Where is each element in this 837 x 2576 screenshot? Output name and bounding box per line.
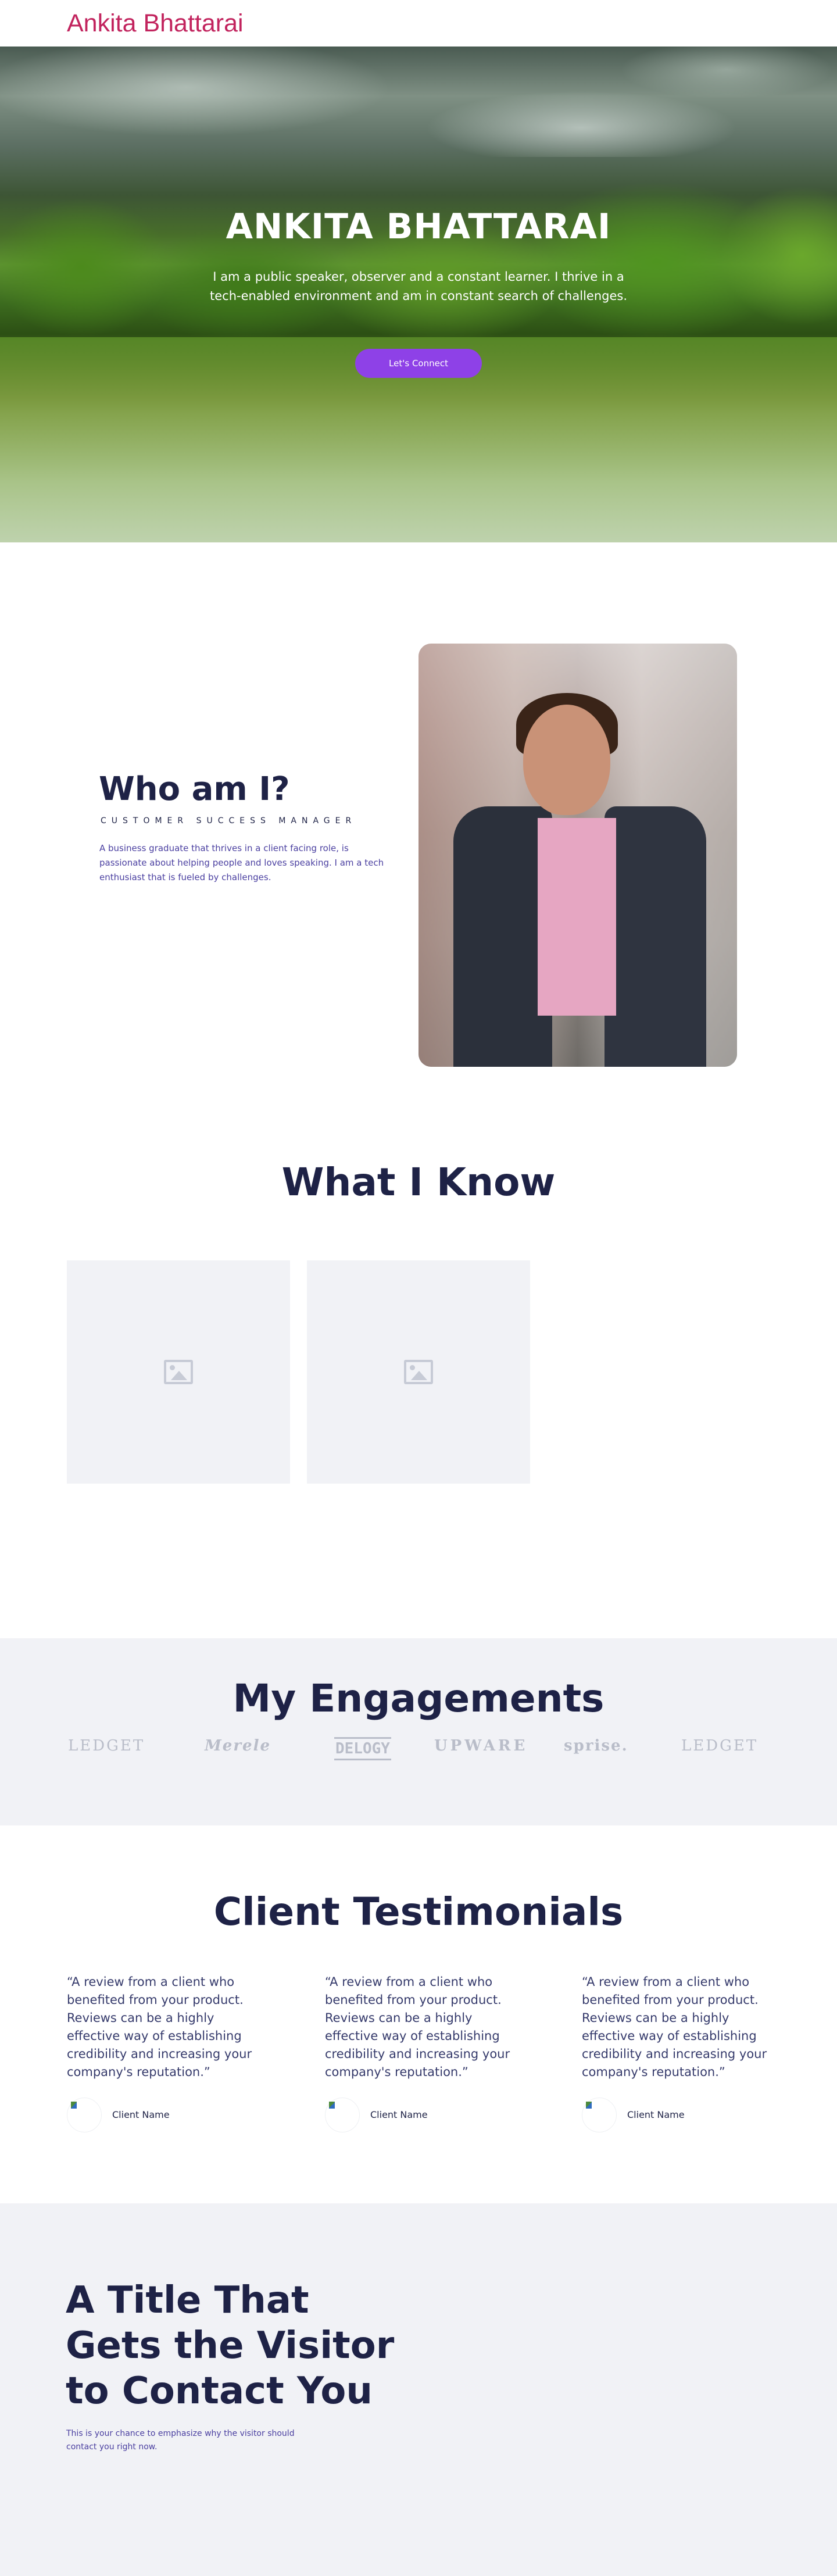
engagements-title: My Engagements — [233, 1676, 604, 1721]
skills-title: What I Know — [281, 1160, 556, 1205]
portrait-photo — [419, 644, 737, 1067]
client-avatar — [67, 2098, 102, 2132]
testimonials-title: Client Testimonials — [213, 1889, 624, 1934]
client-avatar — [325, 2098, 360, 2132]
testimonial-quote: “A review from a client who benefited fr… — [582, 1975, 767, 2079]
client-name: Client Name — [370, 2109, 428, 2120]
about-title: Who am I? — [99, 770, 290, 808]
client-avatar — [582, 2098, 617, 2132]
hero-title: ANKITA BHATTARAI — [226, 206, 611, 247]
skill-image-placeholder — [67, 1260, 290, 1484]
client-name: Client Name — [112, 2109, 170, 2120]
client-name: Client Name — [627, 2109, 685, 2120]
about-role: CUSTOMER SUCCESS MANAGER — [101, 816, 357, 826]
brand-logo: LEDGET — [681, 1737, 759, 1755]
testimonial-quote: “A review from a client who benefited fr… — [325, 1975, 510, 2079]
photo-face — [523, 705, 610, 815]
site-logo[interactable]: Ankita Bhattarai — [67, 9, 244, 38]
testimonial-quote: “A review from a client who benefited fr… — [67, 1975, 252, 2079]
contact-title: A Title That Gets the Visitor to Contact… — [66, 2279, 395, 2413]
brand-logo: UPWARE — [434, 1737, 528, 1755]
photo-jacket-right — [604, 806, 706, 1067]
photo-sweater — [538, 818, 616, 1016]
hero-sky — [0, 47, 837, 157]
image-placeholder-icon — [164, 1360, 193, 1384]
skill-image-placeholder — [307, 1260, 530, 1484]
brand-logo: DELOGY — [334, 1737, 391, 1760]
brand-logo: sprise. — [564, 1737, 628, 1755]
brand-logo: LEDGET — [68, 1737, 145, 1755]
contact-text: This is your chance to emphasize why the… — [66, 2429, 295, 2452]
about-description: A business graduate that thrives in a cl… — [99, 843, 384, 883]
engagements-section — [0, 1638, 837, 1825]
site-header: Ankita Bhattarai — [0, 0, 837, 47]
brand-logo: Merele — [205, 1737, 271, 1755]
image-placeholder-icon — [404, 1360, 433, 1384]
hero-trees — [0, 180, 837, 337]
lets-connect-button[interactable]: Let's Connect — [355, 349, 482, 378]
hero-subtitle: I am a public speaker, observer and a co… — [210, 270, 627, 303]
